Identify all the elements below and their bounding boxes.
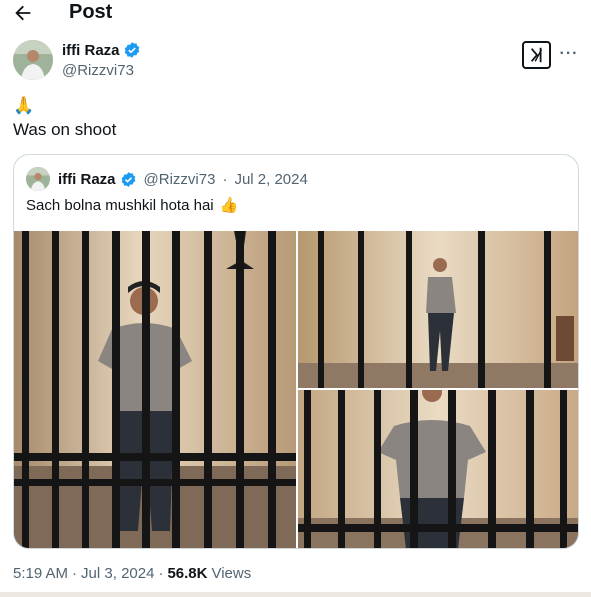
jail-photo-1 <box>14 231 296 548</box>
bottom-divider <box>0 592 591 597</box>
grok-button[interactable] <box>522 41 551 69</box>
verified-badge-icon <box>124 42 139 58</box>
post-time[interactable]: 5:19 AM <box>13 565 68 582</box>
post-emoji: 🙏 <box>13 96 35 115</box>
quoted-date[interactable]: Jul 2, 2024 <box>234 171 307 188</box>
quoted-post[interactable]: iffi Raza @Rizzvi73 · Jul 2, 2024 Sach b… <box>13 154 579 549</box>
quoted-text: Sach bolna mushkil hota hai <box>26 197 214 214</box>
views-label: Views <box>211 565 252 582</box>
post-meta: 5:19 AM · Jul 3, 2024 · 56.8K Views <box>13 565 251 582</box>
top-bar: Post <box>0 0 591 26</box>
views-count: 56.8K <box>167 565 208 582</box>
media-photo-2[interactable] <box>298 231 578 388</box>
author-handle[interactable]: @Rizzvi73 <box>62 62 134 79</box>
verified-badge-icon <box>121 171 135 187</box>
page-title: Post <box>69 1 113 23</box>
quoted-separator: · <box>222 170 228 188</box>
arrow-left-icon <box>15 5 31 21</box>
post-author: iffi Raza @Rizzvi73 ··· <box>13 40 579 82</box>
media-photo-3[interactable] <box>298 390 578 548</box>
quoted-avatar[interactable] <box>26 167 50 191</box>
quoted-post-text: Sach bolna mushkil hota hai 👍 <box>26 197 238 215</box>
back-button[interactable] <box>12 2 34 24</box>
post-text: Was on shoot <box>13 120 117 139</box>
thumbs-up-emoji: 👍 <box>219 197 239 214</box>
grok-icon <box>530 47 542 63</box>
avatar[interactable] <box>13 40 53 80</box>
author-name-text: iffi Raza <box>62 41 120 59</box>
meta-separator: · <box>72 565 78 582</box>
media-grid <box>14 231 578 548</box>
post-date[interactable]: Jul 3, 2024 <box>81 565 154 582</box>
quoted-author-handle: @Rizzvi73 <box>143 170 216 188</box>
more-icon: ··· <box>559 45 579 62</box>
quoted-author-name: iffi Raza <box>58 170 116 188</box>
quoted-post-header: iffi Raza @Rizzvi73 · Jul 2, 2024 <box>26 167 308 191</box>
jail-photo-3 <box>298 390 578 548</box>
meta-separator-2: · <box>158 565 164 582</box>
more-button[interactable]: ··· <box>559 44 579 64</box>
jail-photo-2 <box>298 231 578 388</box>
media-photo-1[interactable] <box>14 231 296 548</box>
author-name[interactable]: iffi Raza <box>62 41 141 59</box>
